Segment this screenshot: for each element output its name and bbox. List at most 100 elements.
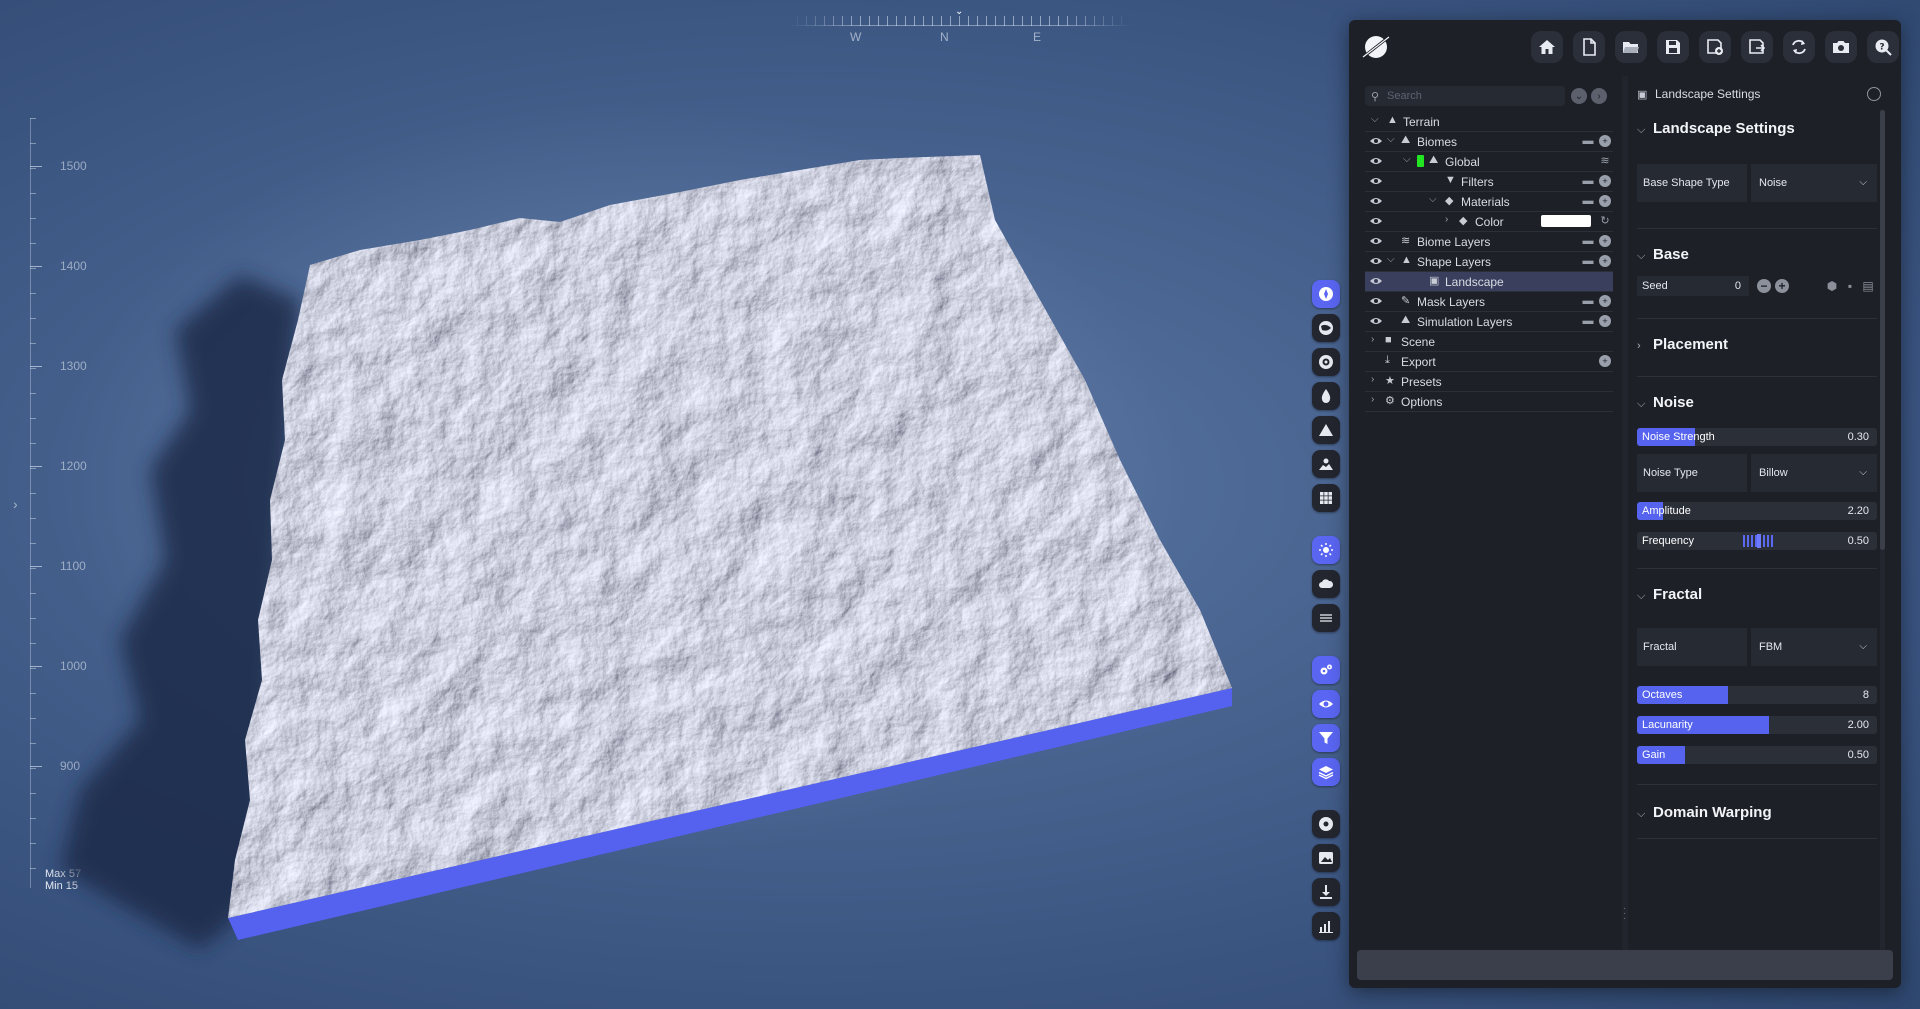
- frequency-slider[interactable]: Frequency 0.50: [1637, 532, 1877, 550]
- add-icon[interactable]: +: [1599, 175, 1611, 187]
- help-button[interactable]: ?: [1867, 31, 1899, 63]
- statistics-button[interactable]: [1312, 912, 1340, 940]
- landscape-button[interactable]: [1312, 450, 1340, 478]
- fractal-select[interactable]: FBM ⌵: [1751, 628, 1877, 666]
- open-folder-button[interactable]: [1615, 31, 1647, 63]
- section-fractal[interactable]: ⌵ Fractal: [1637, 586, 1702, 603]
- chevron-down-icon[interactable]: ⌵: [1387, 134, 1395, 145]
- navigation-mode-button[interactable]: [1312, 280, 1340, 308]
- home-button[interactable]: [1531, 31, 1563, 63]
- tree-item-biome-layers[interactable]: ≋ Biome Layers ▬ +: [1365, 232, 1613, 252]
- seed-list-icon[interactable]: ▤: [1861, 279, 1875, 293]
- refresh-icon[interactable]: ↻: [1599, 215, 1611, 227]
- tree-item-biomes[interactable]: ⌵ ⛰ Biomes ▬ +: [1365, 132, 1613, 152]
- chevron-down-icon[interactable]: ⌵: [1403, 154, 1411, 165]
- section-placement[interactable]: › Placement: [1637, 336, 1728, 353]
- eye-icon[interactable]: [1369, 295, 1383, 307]
- settings-scrollbar-thumb[interactable]: [1880, 110, 1885, 550]
- save-button[interactable]: [1657, 31, 1689, 63]
- eye-icon[interactable]: [1369, 235, 1383, 247]
- render-settings-button[interactable]: [1312, 656, 1340, 684]
- chevron-down-icon[interactable]: ⌵: [1371, 114, 1379, 125]
- eye-icon[interactable]: [1369, 275, 1383, 287]
- tree-item-filters[interactable]: ▼ Filters ▬ +: [1365, 172, 1613, 192]
- tree-item-color[interactable]: › ◆ Color ↻: [1365, 212, 1613, 232]
- save-as-button[interactable]: [1699, 31, 1731, 63]
- clouds-button[interactable]: [1312, 570, 1340, 598]
- settings-gear-icon[interactable]: [1867, 87, 1881, 101]
- increment-icon[interactable]: +: [1775, 279, 1789, 293]
- tree-item-terrain[interactable]: ⌵ ▲ Terrain: [1365, 112, 1613, 132]
- section-noise[interactable]: ⌵ Noise: [1637, 394, 1694, 411]
- tree-item-mask-layers[interactable]: ✎ Mask Layers ▬ +: [1365, 292, 1613, 312]
- gain-slider[interactable]: Gain 0.50: [1637, 746, 1877, 764]
- tree-item-presets[interactable]: › ★ Presets: [1365, 372, 1613, 392]
- add-icon[interactable]: +: [1599, 255, 1611, 267]
- section-landscape-settings[interactable]: ⌵ Landscape Settings: [1637, 120, 1795, 137]
- folder-icon[interactable]: ▬: [1582, 295, 1594, 307]
- eye-icon[interactable]: [1369, 175, 1383, 187]
- folder-icon[interactable]: ▬: [1582, 135, 1594, 147]
- add-icon[interactable]: +: [1599, 315, 1611, 327]
- new-file-button[interactable]: [1573, 31, 1605, 63]
- chevron-right-icon[interactable]: ›: [1445, 214, 1448, 225]
- export-file-button[interactable]: [1741, 31, 1773, 63]
- tree-item-scene[interactable]: › ■ Scene: [1365, 332, 1613, 352]
- base-shape-type-select[interactable]: Noise ⌵: [1751, 164, 1877, 202]
- add-icon[interactable]: +: [1599, 355, 1611, 367]
- lacunarity-slider[interactable]: Lacunarity 2.00: [1637, 716, 1877, 734]
- sun-button[interactable]: [1312, 536, 1340, 564]
- section-domain-warping[interactable]: ⌵ Domain Warping: [1637, 804, 1772, 821]
- add-icon[interactable]: +: [1599, 195, 1611, 207]
- tree-item-shape-layers[interactable]: ⌵ ▲ Shape Layers ▬ +: [1365, 252, 1613, 272]
- search-input[interactable]: [1385, 89, 1559, 103]
- collapse-all-button[interactable]: ⌄: [1571, 88, 1587, 104]
- layers-icon[interactable]: ≋: [1599, 155, 1611, 167]
- eye-icon[interactable]: [1369, 315, 1383, 327]
- section-base[interactable]: ⌵ Base: [1637, 246, 1689, 263]
- decrement-icon[interactable]: −: [1757, 279, 1771, 293]
- tree-item-export[interactable]: ⤓ Export +: [1365, 352, 1613, 372]
- chevron-right-icon[interactable]: ›: [1371, 374, 1374, 385]
- add-icon[interactable]: +: [1599, 235, 1611, 247]
- tree-item-landscape[interactable]: ▣ Landscape: [1365, 272, 1613, 292]
- water-button[interactable]: [1312, 382, 1340, 410]
- random-dice-icon[interactable]: ⬢: [1825, 279, 1839, 293]
- settings-scroll-area[interactable]: ⌵ Landscape Settings Base Shape Type Nois…: [1629, 110, 1877, 950]
- filter-button[interactable]: [1312, 724, 1340, 752]
- tree-item-global[interactable]: ⌵ ⛰ Global ≋: [1365, 152, 1613, 172]
- chevron-down-icon[interactable]: ⌵: [1387, 254, 1395, 265]
- eye-icon[interactable]: [1369, 195, 1383, 207]
- eye-icon[interactable]: [1369, 155, 1383, 167]
- octaves-slider[interactable]: Octaves 8: [1637, 686, 1877, 704]
- tree-item-materials[interactable]: ⌵ ◆ Materials ▬ +: [1365, 192, 1613, 212]
- add-icon[interactable]: +: [1599, 295, 1611, 307]
- visibility-button[interactable]: [1312, 690, 1340, 718]
- seed-field[interactable]: Seed 0: [1637, 276, 1749, 296]
- tree-item-simulation-layers[interactable]: ⛰ Simulation Layers ▬ +: [1365, 312, 1613, 332]
- terrain-shape-button[interactable]: [1312, 416, 1340, 444]
- refresh-button[interactable]: [1783, 31, 1815, 63]
- chevron-right-icon[interactable]: ›: [1371, 394, 1374, 405]
- eye-icon[interactable]: [1369, 215, 1383, 227]
- eye-icon[interactable]: [1369, 255, 1383, 267]
- folder-icon[interactable]: ▬: [1582, 175, 1594, 187]
- grid-button[interactable]: [1312, 484, 1340, 512]
- image-button[interactable]: [1312, 844, 1340, 872]
- tree-item-options[interactable]: › ⚙ Options: [1365, 392, 1613, 412]
- target-view-button[interactable]: [1312, 348, 1340, 376]
- noise-strength-slider[interactable]: Noise Strength 0.30: [1637, 428, 1877, 446]
- folder-icon[interactable]: ▬: [1582, 255, 1594, 267]
- globe-view-button[interactable]: [1312, 314, 1340, 342]
- noise-type-select[interactable]: Billow ⌵: [1751, 454, 1877, 492]
- save-seed-icon[interactable]: ▪: [1843, 279, 1857, 293]
- folder-icon[interactable]: ▬: [1582, 235, 1594, 247]
- eye-icon[interactable]: [1369, 135, 1383, 147]
- color-swatch[interactable]: [1541, 215, 1591, 227]
- layers-button[interactable]: [1312, 758, 1340, 786]
- chevron-down-icon[interactable]: ⌵: [1429, 194, 1437, 205]
- expand-all-button[interactable]: ›: [1591, 88, 1607, 104]
- folder-icon[interactable]: ▬: [1582, 195, 1594, 207]
- column-splitter[interactable]: · · ·: [1622, 76, 1628, 958]
- add-icon[interactable]: +: [1599, 135, 1611, 147]
